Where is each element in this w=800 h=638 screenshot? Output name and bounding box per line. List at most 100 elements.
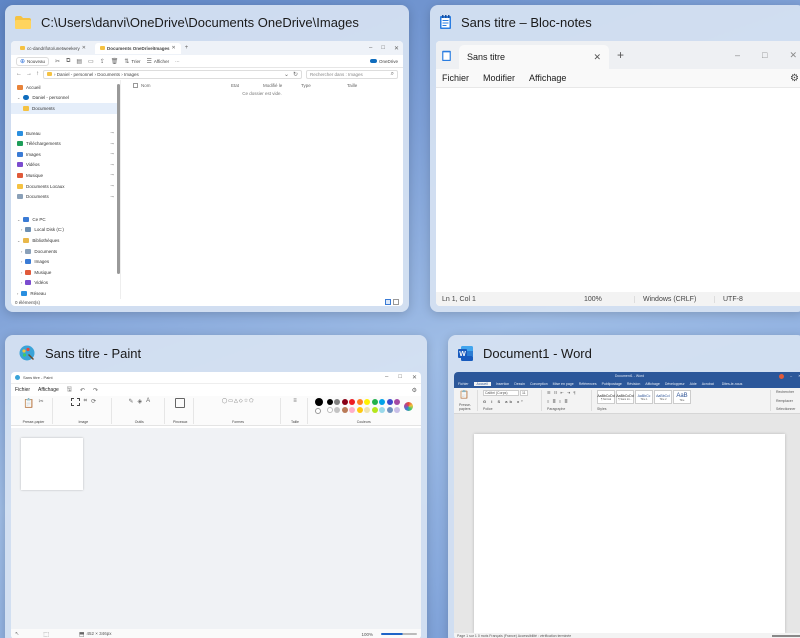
select-icon[interactable] [70,398,80,406]
nav-item-pictures[interactable]: Images ⊸ [11,149,120,160]
address-bar[interactable]: › Daniel - personnel › Documents › Image… [43,69,302,79]
maximize-icon[interactable]: □ [381,45,385,52]
redo-icon[interactable]: ↷ [93,387,98,394]
word-tab[interactable]: Conception [530,382,548,386]
notepad-tab[interactable]: Sans titre ✕ [459,45,609,69]
crop-icon[interactable]: ⌗ [84,398,87,406]
paint-window[interactable]: Sans titre - Paint Sans titre - Paint – … [5,335,427,638]
select-all-checkbox[interactable] [133,82,138,88]
color-swatch[interactable] [349,399,355,406]
color-swatch[interactable] [341,399,348,406]
fill-icon[interactable]: ◈ [137,398,142,405]
minimize-icon[interactable]: – [790,374,792,379]
maximize-icon[interactable]: □ [398,374,402,381]
column-status[interactable]: Etat [231,83,263,88]
copy-icon[interactable]: ⧉ [66,58,70,65]
text-icon[interactable]: A [146,398,150,405]
secondary-color[interactable] [314,408,321,414]
alignment-icons[interactable]: ≡ ≣ ≡ ≣ [547,399,588,404]
rotate-icon[interactable]: ⟳ [91,398,96,406]
find-button[interactable]: Rechercher [776,390,800,394]
new-tab-icon[interactable]: + [185,45,189,51]
explorer-window[interactable]: C:\Users\danvi\OneDrive\Documents OneDri… [5,5,409,312]
share-icon[interactable]: ⇪ [100,58,105,65]
refresh-icon[interactable]: ↻ [293,71,298,78]
settings-gear-icon[interactable]: ⚙ [412,387,417,394]
cut-icon[interactable]: ✂ [55,58,60,65]
color-swatch[interactable] [326,406,333,413]
edit-colors-icon[interactable] [404,401,413,411]
column-modified[interactable]: Modifié le [263,83,301,88]
nav-item-downloads[interactable]: Téléchargements ⊸ [11,138,120,149]
minimize-icon[interactable]: – [369,45,372,52]
close-window-icon[interactable]: ✕ [789,50,797,61]
word-tab[interactable]: Mise en page [553,382,574,386]
onedrive-button[interactable]: OneDrive [369,59,398,64]
color-swatch[interactable] [394,399,400,406]
new-tab-icon[interactable]: + [617,48,624,62]
maximize-icon[interactable]: □ [762,50,767,61]
menu-view[interactable]: Affichage [529,73,566,83]
color-swatch[interactable] [334,406,340,413]
word-tab[interactable]: Fichier [458,382,469,386]
color-swatch[interactable] [371,399,378,406]
word-page[interactable] [474,434,785,633]
color-swatch[interactable] [386,399,393,406]
color-swatch[interactable] [364,399,370,406]
close-icon[interactable]: ✕ [172,45,176,51]
more-options-button[interactable]: ··· [175,59,180,64]
explorer-tile-header[interactable]: C:\Users\danvi\OneDrive\Documents OneDri… [5,5,409,39]
settings-gear-icon[interactable]: ⚙ [790,73,799,84]
zoom-slider[interactable] [381,633,417,635]
notepad-window[interactable]: Sans titre – Bloc-notes Sans titre ✕ + –… [430,5,800,312]
word-tab[interactable]: Révision [627,382,640,386]
paste-icon[interactable]: 📋 [459,390,474,399]
rename-icon[interactable]: ▭ [88,58,94,65]
up-arrow-icon[interactable]: ↑ [36,71,39,77]
paste-icon[interactable]: ▤ [76,58,82,65]
color-swatch[interactable] [356,406,363,413]
nav-item-lib-videos[interactable]: › Vidéos [11,278,120,289]
word-tab[interactable]: Accueil [473,382,491,386]
save-icon[interactable]: 🖫 [67,385,72,395]
color-swatch[interactable] [379,399,385,406]
word-tab[interactable]: Affichage [645,382,660,386]
nav-item-music[interactable]: Musique ⊸ [11,170,120,181]
menu-file[interactable]: Fichier [442,73,469,83]
sort-button[interactable]: ⇅ Trier [124,58,140,65]
nav-item-this-pc[interactable]: ⌄ Ce PC [11,214,120,225]
shapes-gallery-icon[interactable]: ◯▭△◇☆⬠ [222,398,255,404]
font-format-icons[interactable]: G I S ab x² [483,399,538,404]
notepad-text-area[interactable] [436,87,800,292]
color-swatch[interactable] [349,406,355,413]
minimize-icon[interactable]: – [385,374,388,381]
font-size-select[interactable]: 11 [520,390,528,396]
word-window[interactable]: W Document1 - Word Document1 - Word – ✕ … [448,335,800,638]
forward-arrow-icon[interactable]: → [26,71,32,77]
close-icon[interactable]: ✕ [82,45,86,51]
notepad-tile-header[interactable]: Sans titre – Bloc-notes [430,5,800,39]
word-tile-header[interactable]: W Document1 - Word [448,335,800,371]
color-swatch[interactable] [326,399,333,406]
nav-item-local-documents[interactable]: Documents Locaux ⊸ [11,181,120,192]
minimize-icon[interactable]: – [735,50,740,61]
style-option[interactable]: AaBbCcDd ¶ Normal [597,390,615,404]
close-tab-icon[interactable]: ✕ [593,52,601,63]
undo-icon[interactable]: ↶ [80,387,85,394]
word-tab[interactable]: Aide [690,382,697,386]
paint-tile-header[interactable]: Sans titre - Paint [5,335,427,371]
menu-view[interactable]: Affichage [38,387,59,393]
replace-button[interactable]: Remplacer [776,399,800,403]
column-type[interactable]: Type [301,83,347,88]
nav-item-lib-documents[interactable]: › Documents [11,246,120,257]
menu-edit[interactable]: Modifier [483,73,515,83]
nav-item-libraries[interactable]: ⌄ Bibliothèques [11,235,120,246]
color-swatch[interactable] [356,399,363,406]
back-arrow-icon[interactable]: ← [16,71,22,77]
paint-canvas[interactable] [21,438,83,490]
word-tab[interactable]: Publipostage [602,382,622,386]
font-name-select[interactable]: Calibri (Corps) [483,390,519,396]
view-button[interactable]: ☰ Afficher [147,58,170,65]
nav-item-onedrive[interactable]: ⌄ Daniel - personnel [11,93,120,104]
nav-item-lib-music[interactable]: › Musique [11,267,120,278]
